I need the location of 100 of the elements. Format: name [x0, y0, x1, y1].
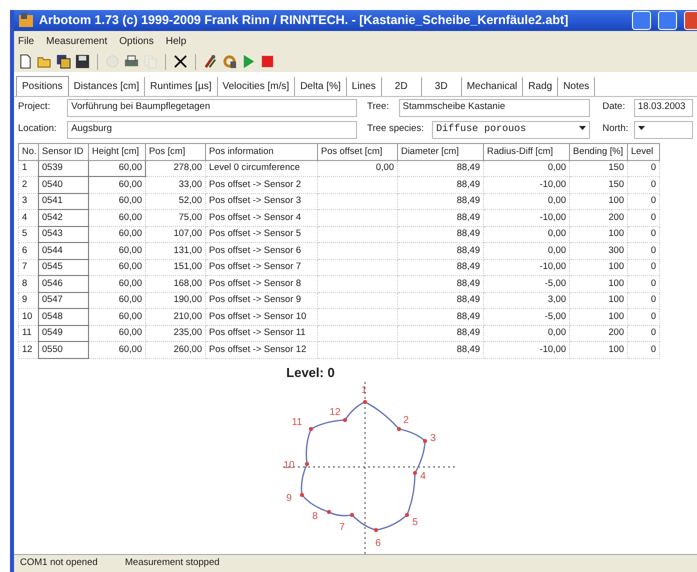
- save-icon[interactable]: [75, 54, 90, 70]
- table-cell: 2: [18, 176, 38, 194]
- table-cell[interactable]: 60,00: [88, 259, 146, 276]
- table-cell: Pos offset -> Sensor 12: [206, 342, 318, 358]
- table-cell[interactable]: 60,00: [88, 176, 146, 194]
- table-cell[interactable]: 0542: [38, 210, 88, 226]
- table-cell[interactable]: 0541: [38, 193, 88, 210]
- table-cell: -5,00: [484, 276, 570, 292]
- table-cell: 0,00: [484, 160, 570, 177]
- table-cell[interactable]: 60,00: [88, 325, 146, 342]
- close-button[interactable]: [684, 10, 697, 30]
- location-field[interactable]: Augsburg: [67, 120, 358, 139]
- table-cell: 0: [628, 325, 660, 342]
- table-cell: Pos offset -> Sensor 11: [206, 325, 318, 342]
- table-cell: 0,00: [484, 242, 570, 260]
- table-cell[interactable]: 60,00: [88, 226, 146, 243]
- table-cell[interactable]: 60,00: [88, 308, 146, 326]
- project-field[interactable]: Vorführung bei Baumpflegetagen: [67, 98, 358, 117]
- tree-field[interactable]: Stammscheibe Kastanie: [398, 98, 590, 117]
- table-cell: 88,49: [398, 276, 484, 292]
- tab[interactable]: Notes: [558, 76, 596, 96]
- menu-item[interactable]: Measurement: [46, 34, 108, 49]
- table-cell: 0: [628, 226, 660, 243]
- window-title: Arbotom 1.73 (c) 1999-2009 Frank Rinn / RINNTECH. - [Kastanie_Scheibe_Kernfäule2.abt]: [39, 12, 568, 29]
- table-cell[interactable]: 60,00: [88, 292, 146, 309]
- table-cell[interactable]: 60,00: [88, 242, 146, 260]
- table-cell: 12: [18, 342, 38, 358]
- table-cell[interactable]: 0540: [38, 176, 88, 194]
- table-cell[interactable]: 0539: [38, 160, 88, 177]
- table-cell: 0: [628, 210, 660, 226]
- sensor-label: 12: [328, 407, 340, 418]
- table-cell: 107,00: [146, 226, 206, 243]
- sensor-label: 9: [286, 493, 292, 504]
- tab[interactable]: Velocities [m/s]: [218, 76, 296, 96]
- table-cell: 0: [628, 176, 660, 194]
- table-cell[interactable]: 0543: [38, 226, 88, 243]
- status-text: Measurement stopped: [124, 556, 221, 570]
- table-cell[interactable]: 0546: [38, 276, 88, 292]
- table-cell: 0: [628, 308, 660, 326]
- table-cell[interactable]: 60,00: [88, 210, 146, 226]
- table-cell[interactable]: 60,00: [88, 342, 146, 358]
- table-cell: 100: [570, 193, 628, 210]
- menu-item[interactable]: Options: [119, 34, 154, 49]
- dropdown-arrow-icon: [579, 126, 586, 130]
- table-cell[interactable]: 0549: [38, 325, 88, 342]
- tab[interactable]: Mechanical: [462, 76, 524, 96]
- tab[interactable]: Distances [cm]: [68, 76, 146, 96]
- table-cell: Pos offset -> Sensor 3: [206, 193, 318, 210]
- tools-icon[interactable]: [203, 54, 218, 70]
- column-header: Bending [%]: [570, 143, 628, 160]
- tab[interactable]: Lines: [346, 76, 382, 96]
- table-cell[interactable]: 0544: [38, 242, 88, 260]
- menu-item[interactable]: Help: [166, 34, 186, 49]
- table-cell[interactable]: 0545: [38, 259, 88, 276]
- column-header: Sensor ID: [38, 143, 88, 160]
- app-icon: [18, 12, 34, 28]
- tab[interactable]: Positions: [16, 76, 69, 96]
- table-cell: 88,49: [398, 308, 484, 326]
- table-cell: 0: [628, 193, 660, 210]
- play-icon[interactable]: [241, 54, 256, 70]
- table-cell: 10: [18, 308, 38, 326]
- field-label: North:: [602, 122, 630, 136]
- table-cell[interactable]: 0547: [38, 292, 88, 309]
- date-field[interactable]: 18.03.2003: [634, 98, 693, 117]
- new-file-icon[interactable]: [18, 54, 33, 70]
- sensor-label: 8: [312, 511, 318, 522]
- table-cell: 9: [18, 292, 38, 309]
- table-cell[interactable]: 0550: [38, 342, 88, 358]
- delete-icon[interactable]: [173, 54, 188, 70]
- table-cell: 100: [570, 259, 628, 276]
- tab[interactable]: 2D: [382, 76, 422, 96]
- table-cell[interactable]: 0548: [38, 308, 88, 326]
- table-cell: Pos offset -> Sensor 6: [206, 242, 318, 260]
- table-cell: Pos offset -> Sensor 2: [206, 176, 318, 194]
- sensor-label: 6: [374, 538, 380, 550]
- table-cell: Pos offset -> Sensor 4: [206, 210, 318, 226]
- column-header: Pos offset [cm]: [318, 143, 398, 160]
- table-cell: 168,00: [146, 276, 206, 292]
- save-all-icon[interactable]: [56, 54, 71, 70]
- table-cell[interactable]: 60,00: [88, 193, 146, 210]
- table-cell: 0,00: [484, 325, 570, 342]
- table-cell: 88,49: [398, 160, 484, 177]
- table-cell: 278,00: [146, 160, 206, 177]
- table-cell: 200: [570, 210, 628, 226]
- species-dropdown[interactable]: Diffuse porouos: [432, 120, 590, 139]
- tab[interactable]: Delta [%]: [295, 76, 347, 96]
- maximize-button[interactable]: [658, 10, 677, 30]
- minimize-button[interactable]: [632, 10, 651, 30]
- table-cell: 0: [628, 160, 660, 177]
- refresh-icon[interactable]: [222, 54, 237, 70]
- table-cell: 150: [570, 160, 628, 177]
- table-cell[interactable]: 60,00: [88, 276, 146, 292]
- tab[interactable]: 3D: [422, 76, 462, 96]
- table-cell: -10,00: [484, 176, 570, 194]
- table-cell: 0,00: [484, 226, 570, 243]
- table-cell[interactable]: 60,00: [88, 160, 146, 177]
- tab[interactable]: Runtimes [µs]: [145, 76, 218, 96]
- tab[interactable]: Radg: [523, 76, 558, 96]
- menu-item[interactable]: File: [18, 34, 34, 49]
- stop-icon[interactable]: [260, 54, 275, 70]
